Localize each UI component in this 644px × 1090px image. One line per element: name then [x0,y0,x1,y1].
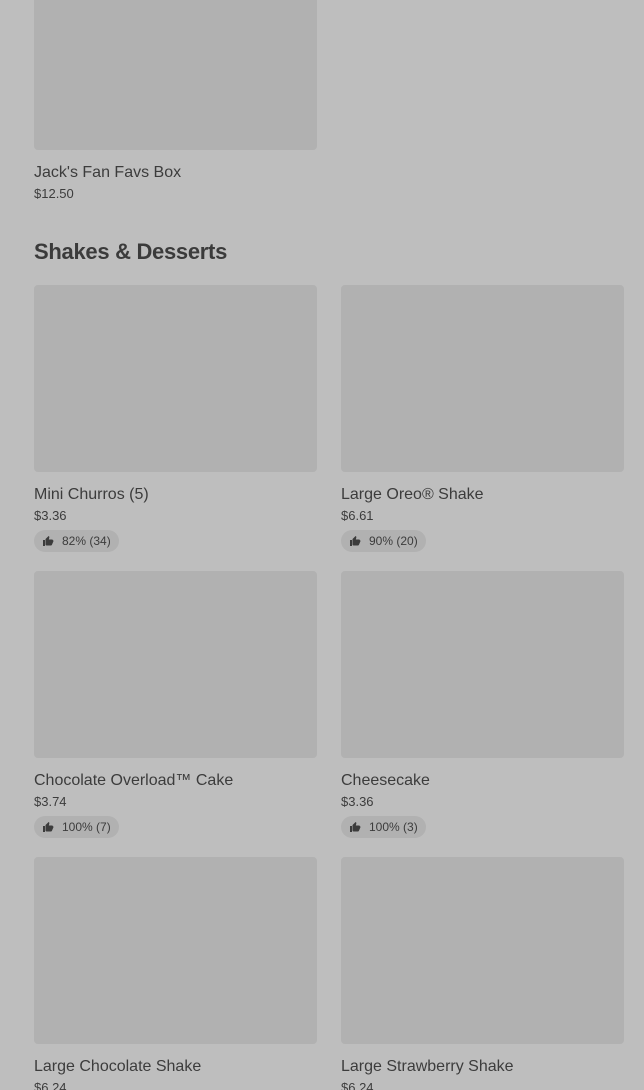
menu-item-image[interactable] [341,571,624,758]
menu-item-card[interactable]: Jack's Fan Favs Box $12.50 [34,0,317,202]
rating-badge: 82% (34) [34,530,119,552]
thumbs-up-icon [43,822,54,832]
menu-item-image[interactable] [341,857,624,1044]
menu-item-title: Jack's Fan Favs Box [34,164,182,181]
menu-item-card[interactable]: Large Chocolate Shake $6.24 [34,857,317,1090]
menu-item-price: $6.24 [341,1080,374,1090]
rating-text: 100% (7) [62,820,111,834]
menu-item-image[interactable] [34,571,317,758]
menu-item-card[interactable]: Cheesecake $3.36 100% (3) [341,571,624,838]
rating-badge: 100% (3) [341,816,426,838]
menu-item-title: Cheesecake [341,772,430,789]
rating-text: 82% (34) [62,534,111,548]
menu-item-card[interactable]: Chocolate Overload™ Cake $3.74 100% (7) [34,571,317,838]
menu-item-price: $3.36 [341,794,374,809]
rating-text: 90% (20) [369,534,418,548]
menu-item-title: Large Oreo® Shake [341,486,484,503]
rating-badge: 90% (20) [341,530,426,552]
menu-item-price: $6.61 [341,508,374,523]
section-title: Shakes & Desserts [34,239,228,264]
thumbs-up-icon [43,536,54,546]
menu-item-title: Large Chocolate Shake [34,1058,202,1075]
menu-item-price: $3.74 [34,794,67,809]
menu-item-card[interactable]: Large Oreo® Shake $6.61 90% (20) [341,285,624,552]
rating-badge: 100% (7) [34,816,119,838]
menu-item-card[interactable]: Mini Churros (5) $3.36 82% (34) [34,285,317,552]
thumbs-up-icon [350,536,361,546]
menu-item-price: $12.50 [34,186,74,201]
menu-item-image[interactable] [341,285,624,472]
menu-page: Jack's Fan Favs Box $12.50 Shakes & Dess… [0,0,644,1090]
menu-item-image[interactable] [34,285,317,472]
thumbs-up-icon [350,822,361,832]
menu-item-price: $6.24 [34,1080,67,1090]
menu-item-card[interactable]: Large Strawberry Shake $6.24 [341,857,624,1090]
menu-item-title: Mini Churros (5) [34,486,149,503]
menu-item-price: $3.36 [34,508,67,523]
menu-item-title: Large Strawberry Shake [341,1058,514,1075]
menu-item-image[interactable] [34,0,317,150]
rating-text: 100% (3) [369,820,418,834]
menu-item-image[interactable] [34,857,317,1044]
menu-item-title: Chocolate Overload™ Cake [34,772,234,789]
